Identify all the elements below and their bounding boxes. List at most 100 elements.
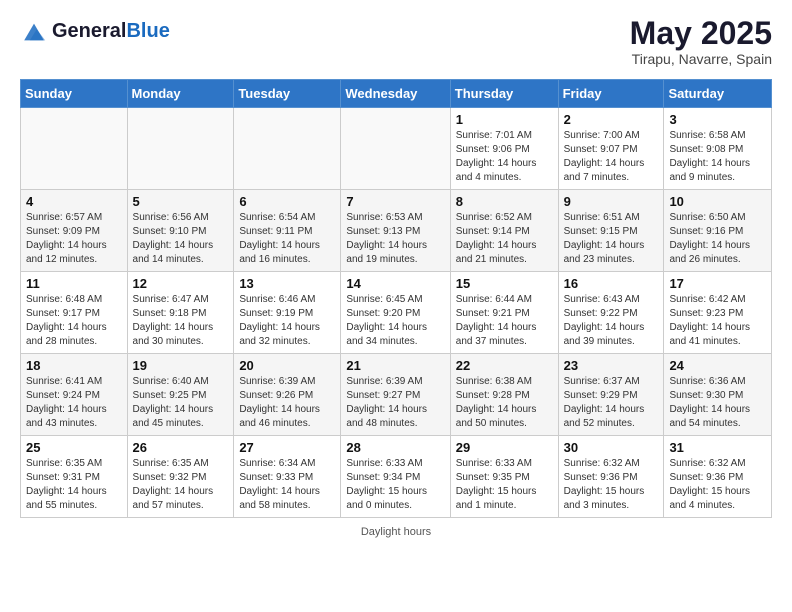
calendar-cell: 21 Sunrise: 6:39 AM Sunset: 9:27 PM Dayli… (341, 354, 450, 436)
calendar-header-monday: Monday (127, 80, 234, 108)
day-number: 4 (26, 194, 122, 209)
calendar-week-row: 4Sunrise: 6:57 AM Sunset: 9:09 PM Daylig… (21, 190, 772, 272)
day-info: Sunrise: 6:39 AM Sunset: 9:26 PM Dayligh… (239, 375, 335, 431)
day-number: 15 (456, 276, 553, 291)
calendar-cell: 19 Sunrise: 6:40 AM Sunset: 9:25 PM Dayli… (127, 354, 234, 436)
day-number: 18 (26, 358, 122, 373)
day-info: Sunrise: 6:33 AM Sunset: 9:35 PM Dayligh… (456, 457, 553, 513)
calendar-cell: 1 Sunrise: 7:01 AM Sunset: 9:06 PM Daylig… (450, 108, 558, 190)
logo: GeneralBlue (20, 16, 170, 46)
day-info: Sunrise: 6:58 AM Sunset: 9:08 PM Dayligh… (669, 129, 766, 185)
day-info: Sunrise: 6:33 AM Sunset: 9:34 PM Dayligh… (346, 457, 444, 513)
month-title: May 2025 (630, 16, 772, 51)
calendar-cell (21, 108, 128, 190)
day-number: 22 (456, 358, 553, 373)
calendar-cell: 3 Sunrise: 6:58 AM Sunset: 9:08 PM Daylig… (664, 108, 772, 190)
day-number: 8 (456, 194, 553, 209)
calendar-header-row: SundayMondayTuesdayWednesdayThursdayFrid… (21, 80, 772, 108)
day-info: Sunrise: 6:40 AM Sunset: 9:25 PM Dayligh… (133, 375, 229, 431)
day-number: 7 (346, 194, 444, 209)
calendar-cell: 10Sunrise: 6:50 AM Sunset: 9:16 PM Dayli… (664, 190, 772, 272)
day-number: 29 (456, 440, 553, 455)
calendar-cell: 25 Sunrise: 6:35 AM Sunset: 9:31 PM Dayli… (21, 436, 128, 518)
calendar-cell: 15Sunrise: 6:44 AM Sunset: 9:21 PM Dayli… (450, 272, 558, 354)
calendar-cell: 28 Sunrise: 6:33 AM Sunset: 9:34 PM Dayli… (341, 436, 450, 518)
day-info: Sunrise: 6:35 AM Sunset: 9:32 PM Dayligh… (133, 457, 229, 513)
day-info: Sunrise: 6:32 AM Sunset: 9:36 PM Dayligh… (564, 457, 659, 513)
page: GeneralBlue May 2025 Tirapu, Navarre, Sp… (0, 0, 792, 558)
day-number: 9 (564, 194, 659, 209)
calendar-week-row: 1 Sunrise: 7:01 AM Sunset: 9:06 PM Daylig… (21, 108, 772, 190)
calendar-cell: 27 Sunrise: 6:34 AM Sunset: 9:33 PM Dayli… (234, 436, 341, 518)
day-number: 21 (346, 358, 444, 373)
day-info: Sunrise: 6:38 AM Sunset: 9:28 PM Dayligh… (456, 375, 553, 431)
day-info: Sunrise: 6:35 AM Sunset: 9:31 PM Dayligh… (26, 457, 122, 513)
day-number: 26 (133, 440, 229, 455)
day-number: 11 (26, 276, 122, 291)
calendar-cell: 8 Sunrise: 6:52 AM Sunset: 9:14 PM Daylig… (450, 190, 558, 272)
day-info: Sunrise: 6:48 AM Sunset: 9:17 PM Dayligh… (26, 293, 122, 349)
calendar-cell: 5 Sunrise: 6:56 AM Sunset: 9:10 PM Daylig… (127, 190, 234, 272)
day-info: Sunrise: 6:32 AM Sunset: 9:36 PM Dayligh… (669, 457, 766, 513)
calendar-cell: 12 Sunrise: 6:47 AM Sunset: 9:18 PM Dayli… (127, 272, 234, 354)
day-number: 6 (239, 194, 335, 209)
day-number: 19 (133, 358, 229, 373)
calendar-cell: 30 Sunrise: 6:32 AM Sunset: 9:36 PM Dayli… (558, 436, 664, 518)
title-block: May 2025 Tirapu, Navarre, Spain (630, 16, 772, 67)
calendar-week-row: 18 Sunrise: 6:41 AM Sunset: 9:24 PM Dayli… (21, 354, 772, 436)
day-number: 16 (564, 276, 659, 291)
day-info: Sunrise: 6:36 AM Sunset: 9:30 PM Dayligh… (669, 375, 766, 431)
day-info: Sunrise: 6:56 AM Sunset: 9:10 PM Dayligh… (133, 211, 229, 267)
calendar-table: SundayMondayTuesdayWednesdayThursdayFrid… (20, 79, 772, 518)
day-info: Sunrise: 6:53 AM Sunset: 9:13 PM Dayligh… (346, 211, 444, 267)
day-number: 14 (346, 276, 444, 291)
day-number: 13 (239, 276, 335, 291)
calendar-cell: 16Sunrise: 6:43 AM Sunset: 9:22 PM Dayli… (558, 272, 664, 354)
calendar-cell: 6Sunrise: 6:54 AM Sunset: 9:11 PM Daylig… (234, 190, 341, 272)
calendar-cell: 26 Sunrise: 6:35 AM Sunset: 9:32 PM Dayli… (127, 436, 234, 518)
calendar-cell: 2Sunrise: 7:00 AM Sunset: 9:07 PM Daylig… (558, 108, 664, 190)
day-number: 25 (26, 440, 122, 455)
day-info: Sunrise: 7:01 AM Sunset: 9:06 PM Dayligh… (456, 129, 553, 185)
calendar-cell (127, 108, 234, 190)
day-number: 31 (669, 440, 766, 455)
day-number: 27 (239, 440, 335, 455)
calendar-cell: 4Sunrise: 6:57 AM Sunset: 9:09 PM Daylig… (21, 190, 128, 272)
calendar-header-wednesday: Wednesday (341, 80, 450, 108)
day-number: 30 (564, 440, 659, 455)
day-info: Sunrise: 6:42 AM Sunset: 9:23 PM Dayligh… (669, 293, 766, 349)
day-info: Sunrise: 6:52 AM Sunset: 9:14 PM Dayligh… (456, 211, 553, 267)
day-info: Sunrise: 6:50 AM Sunset: 9:16 PM Dayligh… (669, 211, 766, 267)
day-number: 28 (346, 440, 444, 455)
day-number: 23 (564, 358, 659, 373)
day-number: 2 (564, 112, 659, 127)
calendar-cell (234, 108, 341, 190)
calendar-week-row: 25 Sunrise: 6:35 AM Sunset: 9:31 PM Dayli… (21, 436, 772, 518)
calendar-cell: 13Sunrise: 6:46 AM Sunset: 9:19 PM Dayli… (234, 272, 341, 354)
day-info: Sunrise: 6:51 AM Sunset: 9:15 PM Dayligh… (564, 211, 659, 267)
day-number: 3 (669, 112, 766, 127)
calendar-header-saturday: Saturday (664, 80, 772, 108)
calendar-cell: 14 Sunrise: 6:45 AM Sunset: 9:20 PM Dayli… (341, 272, 450, 354)
calendar-header-thursday: Thursday (450, 80, 558, 108)
location: Tirapu, Navarre, Spain (630, 51, 772, 67)
logo-icon (20, 18, 48, 46)
calendar-header-tuesday: Tuesday (234, 80, 341, 108)
day-number: 5 (133, 194, 229, 209)
day-number: 12 (133, 276, 229, 291)
calendar-week-row: 11 Sunrise: 6:48 AM Sunset: 9:17 PM Dayli… (21, 272, 772, 354)
calendar-cell: 29 Sunrise: 6:33 AM Sunset: 9:35 PM Dayli… (450, 436, 558, 518)
day-info: Sunrise: 6:41 AM Sunset: 9:24 PM Dayligh… (26, 375, 122, 431)
day-info: Sunrise: 6:39 AM Sunset: 9:27 PM Dayligh… (346, 375, 444, 431)
day-number: 1 (456, 112, 553, 127)
day-info: Sunrise: 6:47 AM Sunset: 9:18 PM Dayligh… (133, 293, 229, 349)
calendar-header-friday: Friday (558, 80, 664, 108)
calendar-cell: 9 Sunrise: 6:51 AM Sunset: 9:15 PM Daylig… (558, 190, 664, 272)
calendar-cell: 31 Sunrise: 6:32 AM Sunset: 9:36 PM Dayli… (664, 436, 772, 518)
day-number: 17 (669, 276, 766, 291)
day-number: 20 (239, 358, 335, 373)
day-info: Sunrise: 6:34 AM Sunset: 9:33 PM Dayligh… (239, 457, 335, 513)
day-info: Sunrise: 6:45 AM Sunset: 9:20 PM Dayligh… (346, 293, 444, 349)
calendar-cell: 24Sunrise: 6:36 AM Sunset: 9:30 PM Dayli… (664, 354, 772, 436)
calendar-cell: 20 Sunrise: 6:39 AM Sunset: 9:26 PM Dayli… (234, 354, 341, 436)
